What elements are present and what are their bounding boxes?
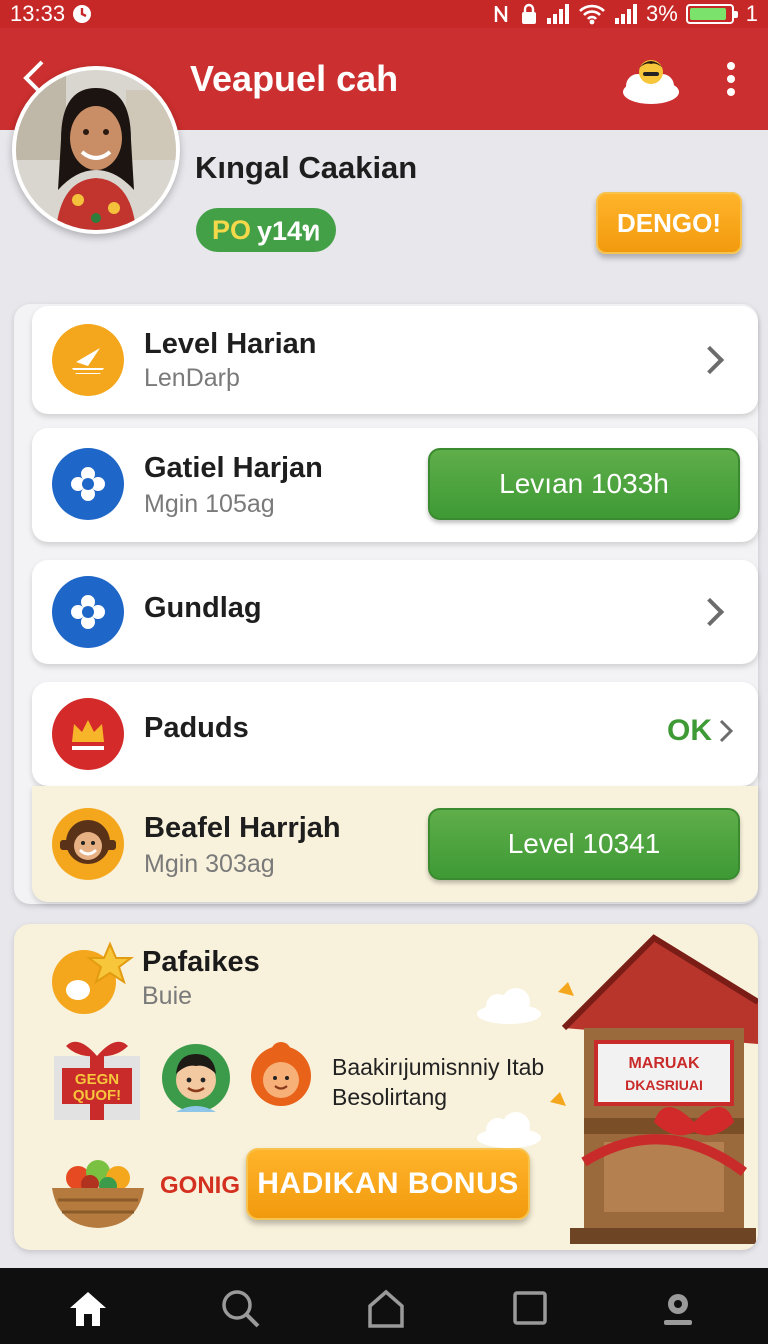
gear-icon <box>52 448 124 520</box>
list-item-subtitle: LenDarþ <box>144 364 240 392</box>
list-item-level-harian[interactable]: Level Harian LenDarþ <box>32 306 758 414</box>
stall-sign-line-1: MARUAK <box>628 1055 700 1072</box>
list-item-title: Paduds <box>144 712 249 744</box>
gear-icon <box>52 576 124 648</box>
cloud-decoration-icon <box>474 984 544 1024</box>
home-icon <box>70 1292 106 1326</box>
market-stall-illustration: MARUAK DKASRIUAI <box>544 932 758 1250</box>
level-action-button[interactable]: Levıan 1033h <box>428 448 740 520</box>
battery-percent: 3% <box>645 1 678 26</box>
signal-icon <box>546 4 569 24</box>
alarm-icon <box>73 5 92 23</box>
badge-value: y14ท <box>257 215 320 246</box>
nav-home[interactable] <box>66 1286 110 1330</box>
avatar[interactable] <box>12 66 180 234</box>
chevron-right-icon <box>695 345 725 375</box>
list-item-gatiel-harjan[interactable]: Gatiel Harjan Mgin 105ag Levıan 1033h <box>32 428 758 542</box>
list-item-title: Beafel Harrjah <box>144 812 341 844</box>
promo-side-label: GONIG <box>160 1172 241 1199</box>
gift-text-1: GEGN <box>75 1071 119 1088</box>
list-item-title: Level Harian <box>144 328 317 360</box>
status-bar: 13:33 3% 1 <box>0 0 768 28</box>
wifi-icon <box>579 4 605 25</box>
bottom-navigation <box>0 1268 768 1344</box>
profile-name: Kıngal Caakian <box>195 150 418 185</box>
stall-sign-line-2: DKASRIUAI <box>625 1077 703 1093</box>
nav-profile[interactable] <box>656 1286 700 1330</box>
battery-level-fill <box>689 8 726 20</box>
ok-label: OK <box>667 714 712 747</box>
list-item-title: Gundlag <box>144 592 262 624</box>
nav-house[interactable] <box>364 1286 408 1330</box>
gift-text-2: QUOF! <box>73 1087 121 1104</box>
lock-icon <box>521 3 536 24</box>
claim-bonus-button[interactable]: HADIKAN BONUS <box>246 1148 530 1220</box>
status-time: 13:33 <box>10 1 66 26</box>
promo-description-line-1: Baakirıjumisnniy Itab <box>332 1054 545 1080</box>
crown-icon <box>52 698 124 770</box>
promo-title: Pafaikes <box>142 946 260 978</box>
level-action-button[interactable]: Level 10341 <box>428 808 740 880</box>
chevron-right-icon <box>719 719 734 743</box>
list-item-subtitle: Mgin 303ag <box>144 850 275 878</box>
star-coin-icon <box>48 940 134 1020</box>
cloud-decoration-icon-2 <box>474 1108 544 1148</box>
nav-recents[interactable] <box>508 1286 552 1330</box>
promo-card: Pafaikes Buie GEGN QUOF! Baakirıjumisnni… <box>14 924 758 1250</box>
paper-plane-icon <box>52 324 124 396</box>
nav-search[interactable] <box>218 1286 262 1330</box>
dengo-button[interactable]: DENGO! <box>596 192 742 254</box>
list-item-paduds[interactable]: Paduds OK <box>32 682 758 786</box>
promo-description: Baakirıjumisnniy Itab Besolirtang <box>332 1052 544 1112</box>
battery-icon <box>685 4 738 24</box>
profile-icon <box>664 1294 692 1325</box>
promo-subtitle: Buie <box>142 982 193 1010</box>
boy-avatar-icon <box>160 1042 232 1114</box>
search-icon <box>222 1290 260 1328</box>
house-outline-icon <box>368 1289 404 1328</box>
fruit-basket-icon <box>48 1144 148 1234</box>
list-item-gundlag[interactable]: Gundlag <box>32 560 758 664</box>
nfc-icon <box>494 6 508 22</box>
sim-indicator: 1 <box>745 1 758 26</box>
page-title: Veapuel cah <box>190 58 399 99</box>
list-item-title: Gatiel Harjan <box>144 452 323 484</box>
girl-avatar-icon <box>248 1038 314 1114</box>
character-avatar-icon <box>52 808 124 880</box>
ok-status[interactable]: OK <box>667 714 734 748</box>
more-vertical-icon[interactable] <box>716 56 746 102</box>
status-badge: PO y14ท <box>196 208 336 252</box>
avatar-photo <box>16 70 176 230</box>
square-icon <box>513 1291 547 1325</box>
list-item-subtitle: Mgin 105ag <box>144 490 275 518</box>
cloud-character-icon[interactable] <box>618 50 684 106</box>
list-item-beafel-harrjah[interactable]: Beafel Harrjah Mgin 303ag Level 10341 <box>32 786 758 902</box>
gift-box-icon: GEGN QUOF! <box>48 1032 146 1124</box>
badge-prefix: PO <box>212 214 252 245</box>
chevron-right-icon <box>695 597 725 627</box>
signal-icon-2 <box>614 4 637 24</box>
